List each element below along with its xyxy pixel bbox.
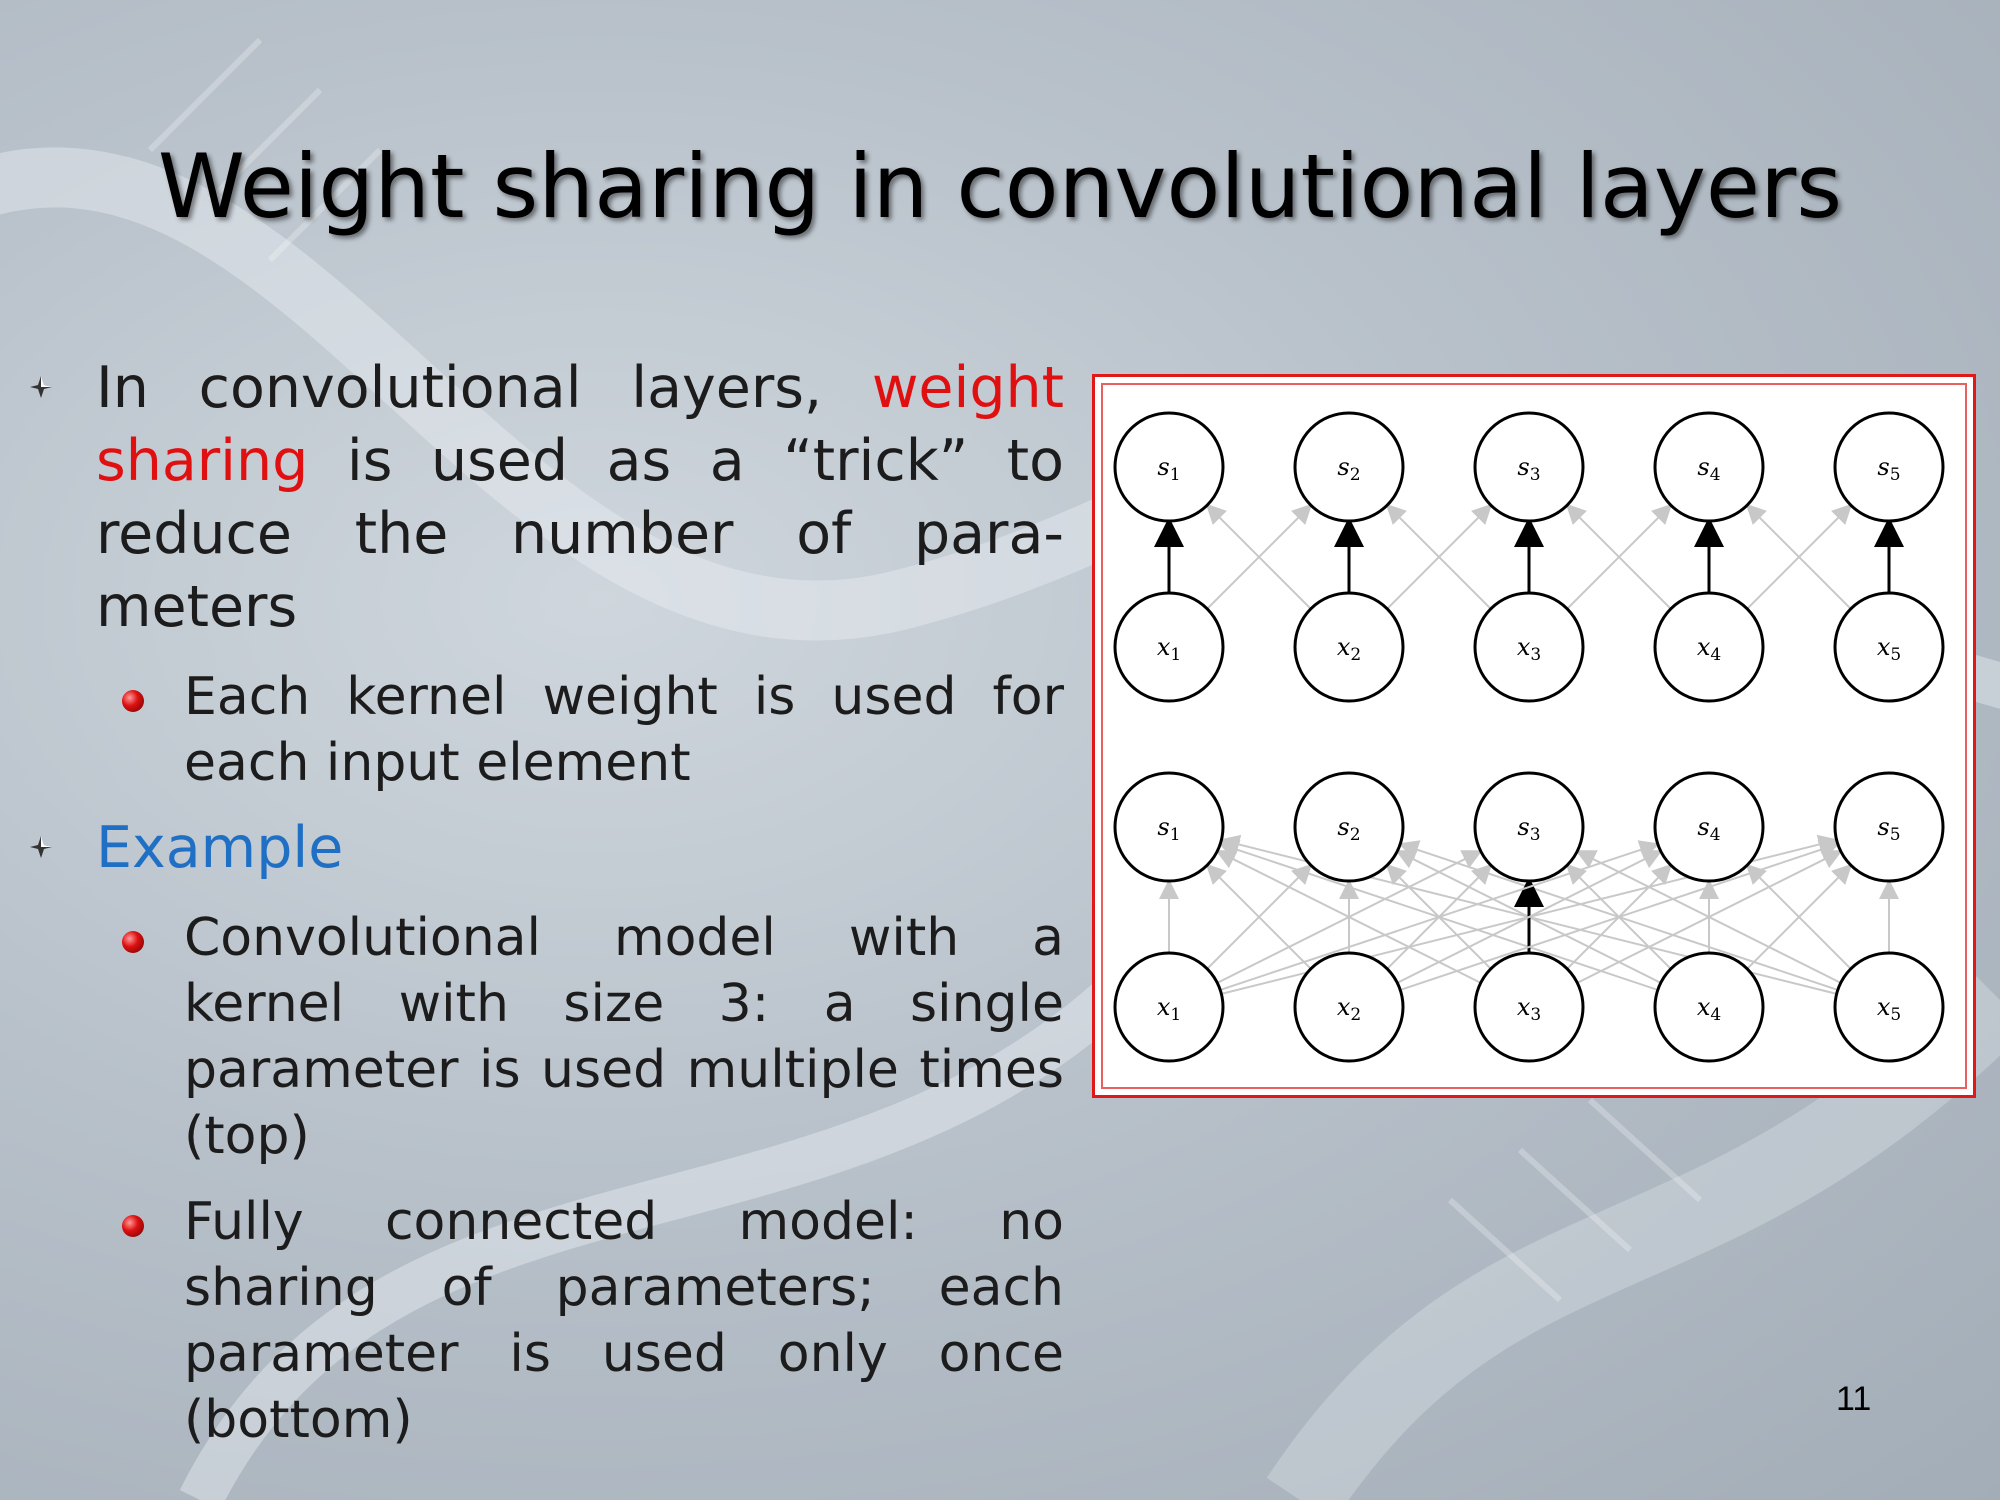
- node-bottom-input-x4: x4: [1653, 951, 1765, 1063]
- node-top-input-x1: x1: [1113, 591, 1225, 703]
- node-bottom-input-x1: x1: [1113, 951, 1225, 1063]
- node-top-input-x5: x5: [1833, 591, 1945, 703]
- node-top-output-s2: s2: [1293, 411, 1405, 523]
- edge-fc: [1205, 863, 1312, 970]
- red-dot-bullet-icon: [122, 690, 144, 712]
- node-bottom-input-x5: x5: [1833, 951, 1945, 1063]
- red-dot-bullet-icon: [122, 1215, 144, 1237]
- node-bottom-output-s4: s4: [1653, 771, 1765, 883]
- node-top-output-s3: s3: [1473, 411, 1585, 523]
- node-bottom-input-x3: x3: [1473, 951, 1585, 1063]
- node-bottom-input-x2: x2: [1293, 951, 1405, 1063]
- node-bottom-output-s5: s5: [1833, 771, 1945, 883]
- node-top-output-s5: s5: [1833, 411, 1945, 523]
- node-bottom-output-s1: s1: [1113, 771, 1225, 883]
- diamond-bullet-icon: [30, 836, 52, 858]
- node-top-input-x3: x3: [1473, 591, 1585, 703]
- node-bottom-output-s3: s3: [1473, 771, 1585, 883]
- node-bottom-output-s2: s2: [1293, 771, 1405, 883]
- bullet-example: Example: [28, 812, 1064, 885]
- sub-bullet-kernel-weight: Each kernel weight is used for each inpu…: [96, 664, 1064, 796]
- sub-bullet-fully-connected-model: Fully connected model: no sharing of par…: [96, 1189, 1064, 1453]
- slide-title: Weight sharing in convolutional layers: [157, 135, 1843, 238]
- slide-body: In convolutional layers, weight sharing …: [28, 352, 1064, 1473]
- weight-sharing-diagram: s1 s2 s3 s4 s5 x1 x2 x3 x4 x5 s1 s2 s3 s4 s5 x1 x2 x3 x4 x5: [1113, 411, 1945, 1063]
- sub-bullet-text: Convolutional model with a kernel with s…: [184, 908, 1064, 1166]
- example-label: Example: [96, 815, 344, 881]
- node-top-output-s1: s1: [1113, 411, 1225, 523]
- edge-fc: [1206, 863, 1313, 970]
- diamond-bullet-icon: [30, 376, 52, 398]
- red-dot-bullet-icon: [122, 931, 144, 953]
- node-top-output-s4: s4: [1653, 411, 1765, 523]
- page-number: 11: [1836, 1380, 1872, 1418]
- node-top-input-x4: x4: [1653, 591, 1765, 703]
- sub-bullet-text: Each kernel weight is used for each inpu…: [184, 667, 1064, 793]
- bullet-text-pre: In convolutional layers,: [96, 355, 872, 421]
- edge-conv: [1206, 503, 1313, 610]
- sub-bullet-convolutional-model: Convolutional model with a kernel with s…: [96, 905, 1064, 1169]
- node-top-input-x2: x2: [1293, 591, 1405, 703]
- figure-frame: s1 s2 s3 s4 s5 x1 x2 x3 x4 x5 s1 s2 s3 s4 s5 x1 x2 x3 x4 x5: [1092, 374, 1976, 1098]
- bullet-weight-sharing: In convolutional layers, weight sharing …: [28, 352, 1064, 644]
- edge-conv: [1205, 503, 1312, 610]
- sub-bullet-text: Fully connected model: no sharing of par…: [184, 1192, 1064, 1450]
